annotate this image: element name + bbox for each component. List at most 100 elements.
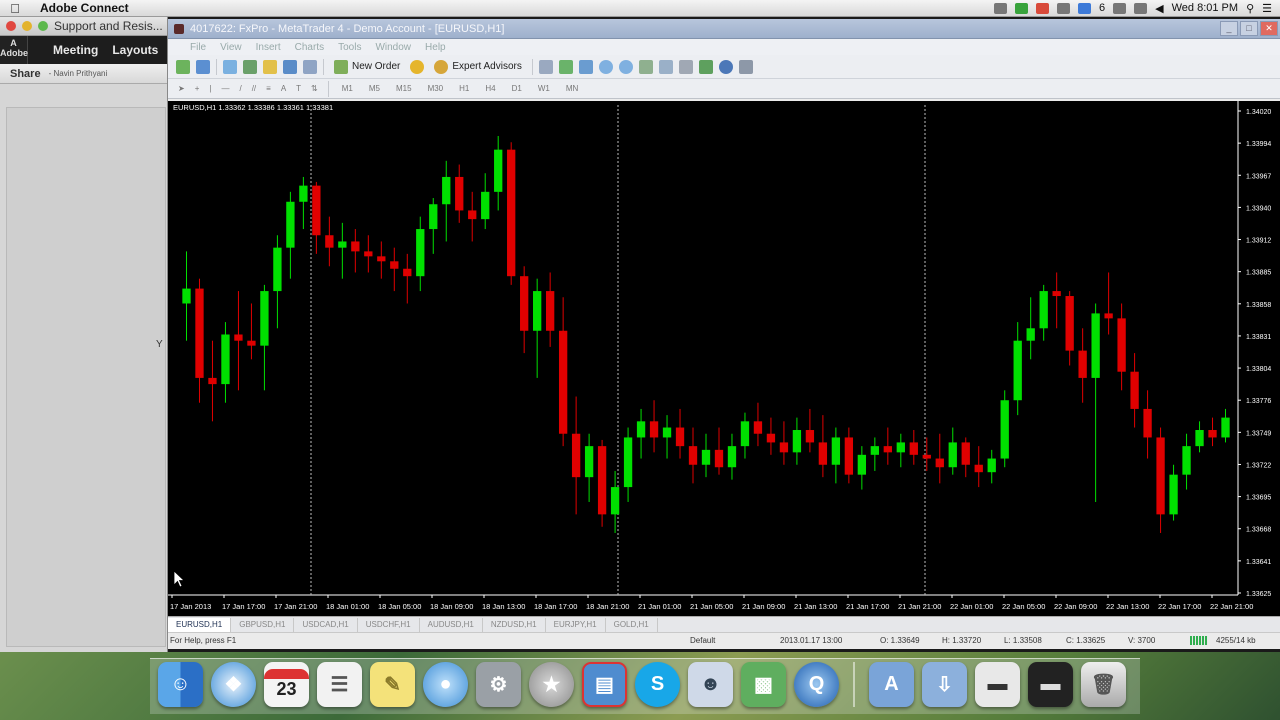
quicktime-icon[interactable]: Q [794, 662, 839, 707]
data-window-icon[interactable] [243, 59, 257, 74]
timeframe-w1[interactable]: W1 [535, 84, 553, 93]
finder-icon[interactable]: ☺ [158, 662, 203, 707]
arrows-tool-icon[interactable]: ⇅ [311, 84, 318, 93]
tab-eurusd-h1[interactable]: EURUSD,H1 [168, 617, 232, 632]
meeting-menu[interactable]: Meeting [46, 43, 105, 57]
menu-charts[interactable]: Charts [295, 42, 324, 53]
profiles-icon[interactable] [196, 59, 210, 74]
apple-menu-icon[interactable]:  [0, 1, 30, 16]
timeframe-m5[interactable]: M5 [366, 84, 383, 93]
metatrader-dock-icon[interactable]: ▤ [582, 662, 627, 707]
system-preferences-icon[interactable]: ⚙ [476, 662, 521, 707]
menu-extra-icon[interactable] [994, 2, 1008, 14]
sync-icon[interactable] [1078, 2, 1092, 14]
line-chart-icon[interactable] [578, 59, 593, 74]
tab-gold-h1[interactable]: GOLD,H1 [606, 617, 658, 632]
new-order-button[interactable]: New Order [330, 58, 404, 76]
minimized-window-icon[interactable]: ▬ [975, 662, 1020, 707]
close-button[interactable]: ✕ [1260, 21, 1278, 36]
trendline-icon[interactable]: / [239, 84, 241, 93]
cursor-tool-icon[interactable]: ➤ [178, 84, 185, 93]
skype-icon[interactable]: S [635, 662, 680, 707]
timeframe-m30[interactable]: M30 [425, 84, 447, 93]
timeframe-h1[interactable]: H1 [456, 84, 472, 93]
terminal-icon[interactable] [283, 59, 297, 74]
text-tool-icon[interactable]: A [281, 84, 286, 93]
applications-folder-icon[interactable]: A [869, 662, 914, 707]
bar-chart-icon[interactable] [538, 59, 553, 74]
numbers-icon[interactable]: ▩ [741, 662, 786, 707]
indicators-icon[interactable] [698, 59, 713, 74]
menubar-clock[interactable]: Wed 8:01 PM [1172, 2, 1238, 14]
minimize-window-button[interactable] [22, 21, 32, 31]
tab-usdchf-h1[interactable]: USDCHF,H1 [358, 617, 420, 632]
templates-icon[interactable] [738, 59, 753, 74]
tile-windows-icon[interactable] [638, 59, 653, 74]
contacts-icon[interactable]: ☻ [688, 662, 733, 707]
timeframe-m1[interactable]: M1 [339, 84, 356, 93]
terminal-dock-icon[interactable]: ▬ [1028, 662, 1073, 707]
evernote-icon[interactable] [1015, 2, 1029, 14]
vertical-line-icon[interactable]: | [209, 84, 211, 93]
safari-icon[interactable]: ❖ [211, 662, 256, 707]
volume-icon[interactable]: ◀ [1155, 2, 1163, 15]
tab-nzdusd-h1[interactable]: NZDUSD,H1 [483, 617, 546, 632]
label-tool-icon[interactable]: T [296, 84, 301, 93]
spotlight-icon[interactable]: ⚲ [1246, 2, 1254, 15]
chart-window[interactable]: 1.34020 1.33994 1.33967 1.33940 1.33912 1.338… [168, 101, 1280, 616]
close-window-button[interactable] [6, 21, 16, 31]
crosshair-tool-icon[interactable]: + [195, 84, 200, 93]
candlesticks-icon[interactable] [558, 59, 573, 74]
menu-file[interactable]: File [190, 42, 206, 53]
new-chart-icon[interactable] [176, 59, 190, 74]
menu-window[interactable]: Window [375, 42, 411, 53]
channel-icon[interactable]: // [252, 84, 256, 93]
market-watch-icon[interactable] [223, 59, 237, 74]
metaeditor-icon[interactable] [410, 59, 425, 74]
mouse-cursor-icon [173, 570, 186, 588]
menu-insert[interactable]: Insert [256, 42, 281, 53]
minimize-button[interactable]: _ [1220, 21, 1238, 36]
dropbox-icon[interactable] [1057, 2, 1071, 14]
tab-audusd-h1[interactable]: AUDUSD,H1 [420, 617, 483, 632]
bearish-candle [377, 256, 386, 262]
menu-view[interactable]: View [220, 42, 242, 53]
candlestick-chart[interactable]: 1.34020 1.33994 1.33967 1.33940 1.33912 1.338… [168, 101, 1280, 616]
record-icon[interactable] [1036, 2, 1050, 14]
horizontal-line-icon[interactable]: — [221, 84, 229, 93]
launchpad-icon[interactable]: ★ [529, 662, 574, 707]
downloads-folder-icon[interactable]: ⇩ [922, 662, 967, 707]
periods-icon[interactable] [718, 59, 733, 74]
maximize-button[interactable]: □ [1240, 21, 1258, 36]
stickies-icon[interactable]: ✎ [370, 662, 415, 707]
active-app-name[interactable]: Adobe Connect [40, 1, 129, 15]
notification-center-icon[interactable]: ☰ [1262, 2, 1272, 15]
zoom-in-icon[interactable] [598, 59, 613, 74]
fibonacci-icon[interactable]: ≡ [266, 84, 271, 93]
autoscroll-icon[interactable] [658, 59, 673, 74]
bullish-candle [416, 229, 425, 277]
tab-eurjpy-h1[interactable]: EURJPY,H1 [546, 617, 606, 632]
tab-usdcad-h1[interactable]: USDCAD,H1 [294, 617, 358, 632]
notes-icon[interactable]: ☰ [317, 662, 362, 707]
strategy-tester-icon[interactable] [303, 59, 317, 74]
zoom-window-button[interactable] [38, 21, 48, 31]
menu-help[interactable]: Help [425, 42, 446, 53]
messages-icon[interactable]: ● [423, 662, 468, 707]
menu-tools[interactable]: Tools [338, 42, 361, 53]
timeframe-h4[interactable]: H4 [482, 84, 498, 93]
tab-gbpusd-h1[interactable]: GBPUSD,H1 [231, 617, 295, 632]
expert-advisors-button[interactable]: Expert Advisors [430, 58, 525, 76]
layouts-menu[interactable]: Layouts [105, 43, 165, 57]
calendar-icon[interactable]: 23 [264, 662, 309, 707]
input-source-indicator[interactable]: 6 [1099, 2, 1105, 14]
wifi-icon[interactable] [1113, 2, 1127, 14]
zoom-out-icon[interactable] [618, 59, 633, 74]
navigator-icon[interactable] [263, 59, 277, 74]
timeframe-d1[interactable]: D1 [509, 84, 525, 93]
chart-shift-icon[interactable] [678, 59, 693, 74]
trash-icon[interactable]: 🗑 [1081, 662, 1126, 707]
timeframe-m15[interactable]: M15 [393, 84, 415, 93]
flag-icon[interactable] [1134, 2, 1148, 14]
timeframe-mn[interactable]: MN [563, 84, 581, 93]
